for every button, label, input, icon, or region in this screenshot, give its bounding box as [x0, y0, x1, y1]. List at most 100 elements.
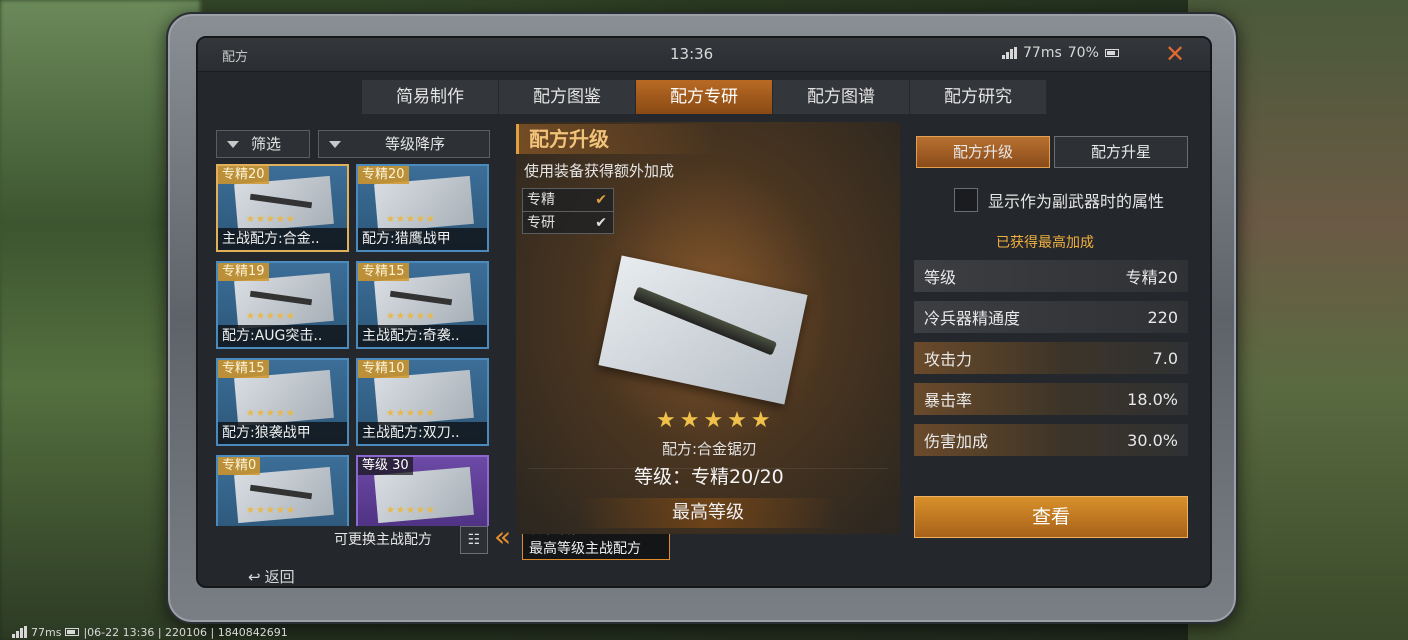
- bonus-checklist: 专精 ✔ 专研 ✔: [522, 188, 614, 234]
- stat-name: 攻击力: [924, 350, 973, 369]
- filter-dropdown[interactable]: 筛选: [216, 130, 310, 158]
- stat-name: 冷兵器精通度: [924, 309, 1021, 328]
- card-level-badge: 专精19: [218, 263, 269, 281]
- upgrade-title: 配方升级: [516, 124, 716, 154]
- check-mastery: 专精 ✔: [523, 189, 613, 211]
- card-name: 配方:狼袭战甲: [218, 422, 347, 444]
- card-level-badge: 等级 30: [358, 457, 413, 475]
- card-level-badge: 专精15: [218, 360, 269, 378]
- stat-value: 18.0%: [1127, 389, 1178, 409]
- sort-label: 等级降序: [385, 135, 446, 153]
- card-level-badge: 专精15: [358, 263, 409, 281]
- window-title: 配方: [222, 50, 249, 65]
- view-button[interactable]: 查看: [914, 496, 1188, 538]
- recipe-card[interactable]: ★★★★★ 专精15 配方:狼袭战甲: [216, 358, 349, 446]
- card-name: 主战配方:合金..: [218, 228, 347, 250]
- card-level-badge: 专精20: [218, 166, 269, 184]
- stat-row: 攻击力 7.0: [914, 342, 1188, 374]
- filter-label: 筛选: [251, 135, 282, 153]
- tab-recipe-research[interactable]: 配方研究: [910, 80, 1047, 114]
- signal-icon: [1002, 47, 1017, 59]
- dropdown-triangle-icon: [227, 140, 239, 148]
- back-button[interactable]: ↩ 返回: [248, 566, 295, 587]
- sort-dropdown[interactable]: 等级降序: [318, 130, 490, 158]
- stat-row: 暴击率 18.0%: [914, 383, 1188, 415]
- item-level: 等级：专精20/20: [634, 466, 784, 488]
- top-bar: 配方 13:36 77ms 70% ✕: [198, 38, 1210, 72]
- check-label: 专研: [527, 215, 555, 231]
- tab-simple-craft[interactable]: 简易制作: [362, 80, 499, 114]
- check-icon: ✔: [595, 192, 607, 208]
- sys-ping: 77ms: [31, 625, 62, 639]
- stat-value: 30.0%: [1127, 430, 1178, 450]
- card-name: 配方:AUG突击..: [218, 325, 347, 347]
- check-label: 专精: [527, 192, 555, 208]
- star-rating: ★★★★★: [246, 214, 296, 225]
- tab-recipe-atlas[interactable]: 配方图谱: [773, 80, 910, 114]
- stat-name: 等级: [924, 268, 957, 287]
- secondary-weapon-toggle: 显示作为副武器时的属性: [954, 188, 1164, 212]
- stat-row: 冷兵器精通度 220: [914, 301, 1188, 333]
- item-name: 配方:合金锯刃: [662, 440, 758, 458]
- upgrade-subtitle: 使用装备获得额外加成: [524, 162, 675, 180]
- signal-icon: [12, 626, 27, 638]
- back-icon: ↩: [248, 567, 261, 586]
- star-rating: ★★★★★: [386, 408, 436, 419]
- back-label: 返回: [264, 568, 295, 586]
- swap-main-recipe-label: 可更换主战配方: [334, 532, 432, 548]
- check-study: 专研 ✔: [523, 211, 613, 233]
- recipe-card[interactable]: ★★★★★ 专精20 主战配方:合金..: [216, 164, 349, 252]
- star-rating: ★★★★★: [386, 505, 436, 516]
- star-rating: ★★★★★: [386, 311, 436, 322]
- battery-icon: [65, 628, 80, 636]
- recipe-card[interactable]: ★★★★★ 专精10 主战配方:双刀..: [356, 358, 489, 446]
- check-icon: ✔: [595, 215, 607, 231]
- tab-bar: 简易制作 配方图鉴 配方专研 配方图谱 配方研究: [362, 80, 1047, 114]
- stats-table: 等级 专精20 冷兵器精通度 220 攻击力 7.0 暴击率 18.0% 伤害加…: [914, 260, 1188, 465]
- stat-name: 暴击率: [924, 391, 973, 410]
- card-level-badge: 专精10: [358, 360, 409, 378]
- stat-value: 220: [1147, 307, 1178, 327]
- close-icon[interactable]: ✕: [1162, 41, 1188, 67]
- recipe-card[interactable]: ★★★★★ 专精20 配方:猎鹰战甲: [356, 164, 489, 252]
- sys-info: |06-22 13:36 | 220106 | 1840842691: [83, 625, 288, 639]
- status-indicators: 77ms 70%: [1002, 45, 1119, 61]
- recipe-star-button[interactable]: 配方升星: [1054, 136, 1188, 168]
- star-rating: ★★★★★: [386, 214, 436, 225]
- tab-recipe-codex[interactable]: 配方图鉴: [499, 80, 636, 114]
- system-status-bar: 77ms |06-22 13:36 | 220106 | 1840842691: [0, 624, 288, 640]
- recipe-card[interactable]: ★★★★★ 专精0: [216, 455, 349, 526]
- card-name: 主战配方:奇袭..: [358, 325, 487, 347]
- star-rating: ★★★★★: [246, 505, 296, 516]
- upgrade-mode-toggle: 配方升级 配方升星: [916, 136, 1188, 168]
- stat-value: 7.0: [1152, 348, 1178, 368]
- tooltip-line: 最高等级主战配方: [529, 541, 641, 557]
- secondary-weapon-checkbox[interactable]: [954, 188, 978, 212]
- stat-name: 伤害加成: [924, 432, 989, 451]
- recipe-screen: 配方 13:36 77ms 70% ✕ 简易制作 配方图鉴 配方专研 配方图谱 …: [196, 36, 1212, 588]
- card-name: 配方:猎鹰战甲: [358, 228, 487, 250]
- tip-arrow-icon: «: [494, 520, 512, 553]
- dropdown-triangle-icon: [329, 140, 341, 148]
- clock: 13:36: [670, 45, 714, 63]
- star-rating: ★★★★★: [246, 311, 296, 322]
- secondary-weapon-label: 显示作为副武器时的属性: [988, 192, 1165, 211]
- recipe-card[interactable]: ★★★★★ 专精19 配方:AUG突击..: [216, 261, 349, 349]
- card-level-badge: 专精0: [218, 457, 261, 475]
- stat-row: 伤害加成 30.0%: [914, 424, 1188, 456]
- recipe-card[interactable]: ★★★★★ 专精15 主战配方:奇袭..: [356, 261, 489, 349]
- star-rating: ★★★★★: [246, 408, 296, 419]
- filter-row: 筛选 等级降序: [216, 130, 490, 158]
- ping-text: 77ms: [1023, 45, 1062, 61]
- card-level-badge: 专精20: [358, 166, 409, 184]
- battery-text: 70%: [1067, 45, 1099, 61]
- tab-recipe-study[interactable]: 配方专研: [636, 80, 773, 114]
- stat-row: 等级 专精20: [914, 260, 1188, 292]
- recipe-upgrade-button[interactable]: 配方升级: [916, 136, 1050, 168]
- recipe-card[interactable]: ★★★★★ 等级 30: [356, 455, 489, 526]
- max-bonus-text: 已获得最高加成: [996, 235, 1094, 251]
- recipe-swap-icon[interactable]: ☷: [460, 526, 488, 554]
- recipe-list[interactable]: ★★★★★ 专精20 主战配方:合金.. ★★★★★ 专精20 配方:猎鹰战甲 …: [216, 164, 490, 526]
- max-level-label: 最高等级: [578, 498, 838, 528]
- card-name: 主战配方:双刀..: [358, 422, 487, 444]
